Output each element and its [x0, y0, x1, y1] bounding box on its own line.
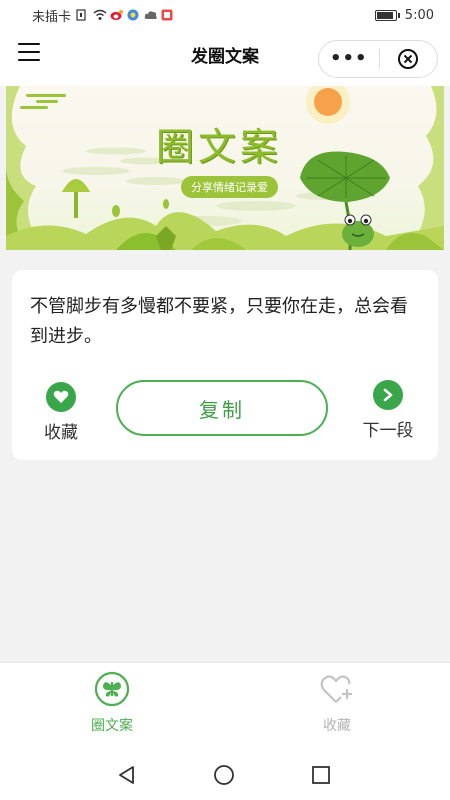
- banner-title: 圈文案: [156, 125, 283, 169]
- system-nav-bar: [0, 748, 450, 800]
- tab-favorites-label: 收藏: [323, 718, 351, 734]
- quote-card: 不管脚步有多慢都不要紧，只要你在走，总会看到进步。 收藏 复制 下一段: [12, 270, 438, 460]
- tab-home-label: 圈文案: [91, 718, 133, 734]
- butterfly-icon: [94, 671, 130, 707]
- app-icon: [127, 9, 139, 21]
- weibo-icon: [110, 9, 124, 21]
- more-button[interactable]: •••: [319, 50, 379, 68]
- next-label: 下一段: [362, 421, 414, 441]
- copy-button[interactable]: 复制: [116, 380, 328, 436]
- close-icon: [398, 49, 419, 69]
- tab-home[interactable]: 圈文案: [52, 671, 172, 735]
- home-icon[interactable]: [213, 764, 235, 786]
- notification-icon: [161, 9, 173, 21]
- status-bar: 未插卡 5:00: [0, 0, 450, 30]
- close-button[interactable]: [379, 49, 437, 69]
- cloud-icon: [144, 9, 157, 21]
- recents-icon[interactable]: [310, 764, 332, 786]
- heart-icon: [46, 382, 76, 412]
- favorite-label: 收藏: [44, 423, 78, 443]
- mini-program-capsule: •••: [318, 40, 438, 78]
- banner: 圈文案 分享情绪记录爱: [6, 86, 444, 250]
- banner-subtitle: 分享情绪记录爱: [181, 176, 278, 198]
- carrier-label: 未插卡: [32, 9, 72, 25]
- tab-bar: 圈文案 收藏: [0, 662, 450, 748]
- clock: 5:00: [404, 7, 434, 23]
- next-button[interactable]: 下一段: [358, 380, 418, 441]
- favorite-button[interactable]: 收藏: [40, 382, 82, 443]
- battery-icon: [374, 9, 400, 21]
- back-icon[interactable]: [116, 764, 138, 786]
- tab-favorites[interactable]: 收藏: [277, 671, 397, 735]
- chevron-right-icon: [373, 380, 403, 410]
- nav-bar: 发圈文案 •••: [0, 30, 450, 86]
- sim-icon: [76, 9, 88, 21]
- quote-text: 不管脚步有多慢都不要紧，只要你在走，总会看到进步。: [30, 296, 408, 347]
- heart-plus-icon: [320, 675, 352, 703]
- wifi-icon: [93, 9, 107, 21]
